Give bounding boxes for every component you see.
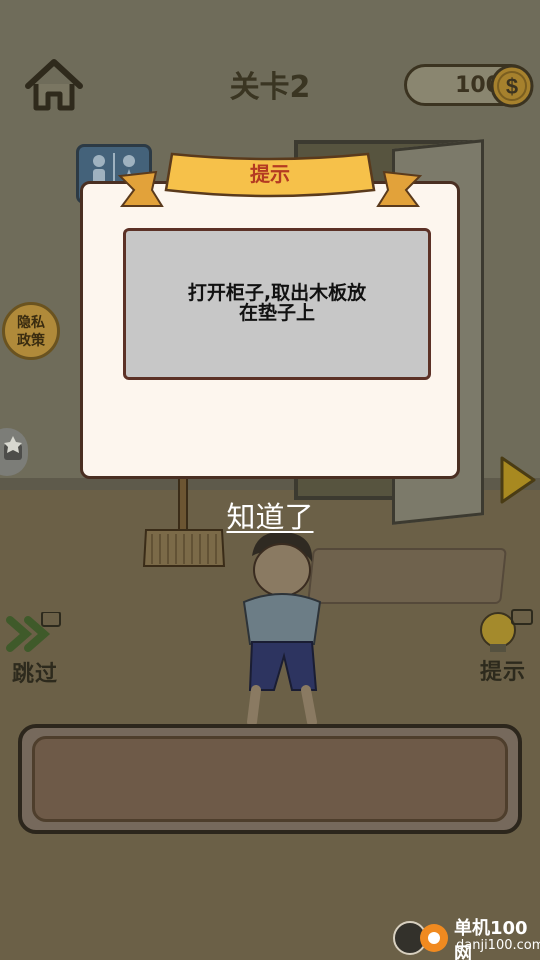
hint-button[interactable]: 提示 [468, 608, 538, 688]
inventory-bar [18, 724, 522, 834]
video-icon [511, 609, 533, 625]
hint-content-box: 打开柜子,取出木板放 在垫子上 [123, 228, 431, 380]
game-scene: 关卡2 100 $ 隐私 政策 跳过 提示 单机100网 danji100.co… [0, 0, 540, 960]
watermark-logo-icon [393, 921, 448, 955]
got-it-button[interactable]: 知道了 [200, 494, 340, 534]
level-title: 关卡2 [229, 70, 311, 105]
home-icon [25, 59, 83, 111]
share-icon [4, 436, 22, 460]
hint-text-line1: 打开柜子,取出木板放 [187, 282, 367, 304]
privacy-label-line2: 政策 [17, 333, 45, 349]
skip-button[interactable]: 跳过 [4, 611, 64, 688]
dialog-title: 提示 [250, 162, 290, 186]
video-icon [41, 611, 61, 627]
next-arrow-icon[interactable] [498, 454, 538, 506]
coin-counter: 100 $ [404, 64, 534, 108]
skip-label: 跳过 [11, 662, 58, 687]
hint-text-line2: 在垫子上 [238, 302, 315, 324]
skip-arrows-icon [6, 611, 61, 652]
boy-character[interactable] [222, 526, 342, 726]
coin-icon: $ [490, 64, 534, 108]
inventory-slot-area [32, 736, 508, 822]
coin-symbol: $ [506, 74, 518, 99]
watermark: 单机100网 danji100.com [390, 914, 540, 960]
hint-dialog: 打开柜子,取出木板放 在垫子上 [80, 181, 460, 479]
home-button[interactable] [22, 56, 86, 114]
hint-label: 提示 [479, 660, 526, 685]
lightbulb-icon [480, 609, 533, 652]
privacy-label-line1: 隐私 [17, 315, 45, 331]
watermark-line2: danji100.com [456, 938, 540, 953]
hint-text: 打开柜子,取出木板放 在垫子上 [146, 283, 408, 323]
dialog-title-banner: 提示 [112, 150, 428, 212]
privacy-policy-button[interactable]: 隐私 政策 [2, 302, 60, 360]
watermark-line1: 单机100网 [454, 918, 528, 960]
share-button[interactable] [0, 428, 28, 476]
